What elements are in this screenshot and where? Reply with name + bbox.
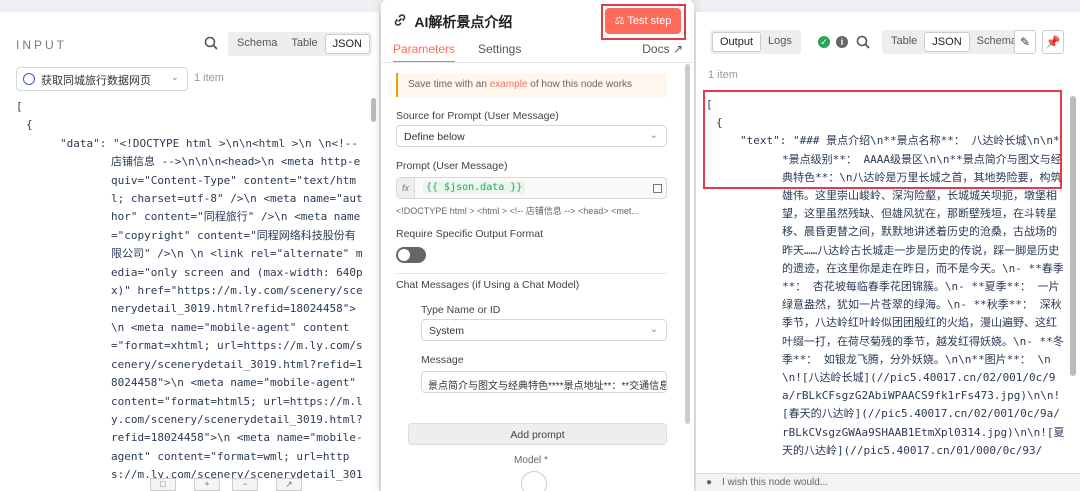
output-highlight	[703, 90, 1062, 189]
input-view-switcher: Schema Table JSON	[228, 32, 372, 56]
success-check-icon: ✓	[818, 36, 830, 48]
input-panel-header: INPUT Schema Table JSON	[16, 32, 372, 58]
notice-text-before: Save time with an	[408, 79, 490, 90]
example-notice: Save time with an example of how this no…	[396, 73, 667, 97]
output-panel: Output Logs ✓ i Table JSON Schema ✎ 📌 1 …	[696, 12, 1080, 491]
input-panel-title: INPUT	[16, 38, 67, 52]
prompt-expression-field[interactable]: fx {{ $json.data }}	[396, 177, 667, 199]
node-title-text: AI解析景点介绍	[414, 14, 513, 30]
json-data-entry: "data": "<!DOCTYPE html >\n\n<html >\n \…	[38, 135, 364, 483]
feedback-bar[interactable]: ● I wish this node would...	[696, 473, 1080, 491]
chevron-down-icon: ⌄	[649, 324, 658, 335]
tab-settings[interactable]: Settings	[478, 42, 521, 56]
message-input[interactable]: 景点简介与图文与经典特色****景点地址**：**交通信息**：	[421, 371, 667, 393]
docs-link[interactable]: Docs ↗	[642, 42, 683, 56]
chevron-down-icon: ⌄	[649, 130, 658, 141]
type-select[interactable]: System ⌄	[421, 319, 667, 341]
globe-icon	[23, 73, 35, 85]
zoom-out-icon[interactable]: −	[232, 478, 258, 491]
tab-logs[interactable]: Logs	[761, 32, 799, 52]
chevron-down-icon: ⌄	[170, 72, 179, 83]
node-modal: AI解析景点介绍 ⚖ Test step Parameters Settings…	[381, 0, 694, 491]
expand-icon[interactable]	[653, 184, 662, 193]
output-panel-header: Output Logs ✓ i Table JSON Schema ✎ 📌	[710, 30, 1070, 54]
test-button-highlight	[601, 4, 686, 40]
input-scrollbar[interactable]	[371, 98, 376, 122]
source-prompt-value: Define below	[404, 131, 465, 143]
feedback-text: I wish this node would...	[722, 477, 829, 488]
modal-tabs: Parameters Settings Docs ↗	[393, 42, 683, 64]
type-label: Type Name or ID	[421, 304, 501, 316]
fx-icon: fx	[397, 178, 415, 198]
notice-text-after: of how this node works	[527, 79, 633, 90]
link-icon	[394, 14, 406, 26]
search-icon[interactable]	[204, 36, 218, 50]
tab-parameters[interactable]: Parameters	[393, 42, 456, 63]
output-scrollbar[interactable]	[1070, 96, 1076, 376]
add-prompt-button[interactable]: Add prompt	[408, 423, 667, 445]
fit-view-icon[interactable]: □	[150, 478, 176, 491]
section-divider	[396, 273, 667, 274]
tab-output[interactable]: Output	[712, 32, 762, 52]
notice-example-link[interactable]: example	[490, 79, 528, 90]
chat-messages-label: Chat Messages (if Using a Chat Model)	[396, 279, 580, 291]
output-format-label: Require Specific Output Format	[396, 228, 544, 240]
input-json-viewer: [ { "data": "<!DOCTYPE html >\n\n<html >…	[16, 98, 364, 483]
output-view-switcher: Table JSON Schema	[882, 30, 1026, 54]
source-prompt-label: Source for Prompt (User Message)	[396, 110, 559, 122]
tab-table[interactable]: Table	[884, 32, 924, 52]
input-item-count: 1 item	[194, 72, 224, 84]
prompt-expression-value: {{ $json.data }}	[423, 181, 526, 194]
output-logs-switcher: Output Logs	[710, 30, 801, 54]
canvas-controls: □ + − ↗	[150, 478, 310, 491]
type-value: System	[429, 325, 465, 337]
json-value-data: "<!DOCTYPE html >\n\n<html >\n \n<!-- 店铺…	[111, 136, 363, 482]
json-key-data: "data":	[60, 136, 107, 150]
external-link-icon: ↗	[672, 42, 683, 56]
info-icon[interactable]: i	[836, 36, 848, 48]
output-format-toggle[interactable]	[396, 247, 426, 263]
zoom-in-icon[interactable]: +	[194, 478, 220, 491]
search-icon[interactable]	[856, 35, 870, 49]
tab-schema[interactable]: Schema	[230, 34, 284, 54]
edit-pencil-icon[interactable]: ✎	[1014, 30, 1036, 54]
tab-json[interactable]: JSON	[324, 34, 370, 54]
prompt-preview: <!DOCTYPE html > <html > <!-- 店铺信息 --> <…	[396, 206, 639, 216]
json-open-bracket: [	[16, 100, 23, 113]
tab-table[interactable]: Table	[284, 34, 324, 54]
node-title: AI解析景点介绍	[393, 12, 512, 32]
source-node-select[interactable]: 获取同城旅行数据网页 ⌄	[16, 67, 188, 91]
input-panel: INPUT Schema Table JSON 获取同城旅行数据网页 ⌄ 1 i…	[0, 12, 380, 491]
pin-icon[interactable]: 📌	[1042, 30, 1064, 54]
docs-label: Docs	[642, 42, 670, 56]
modal-scrollbar[interactable]	[685, 64, 690, 424]
json-open-brace: {	[26, 118, 33, 132]
output-item-count: 1 item	[708, 69, 738, 81]
model-label: Model *	[514, 455, 548, 466]
tidy-icon[interactable]: ↗	[276, 478, 302, 491]
model-connector[interactable]	[521, 471, 547, 491]
lightbulb-icon: ●	[706, 477, 713, 488]
source-node-label: 获取同城旅行数据网页	[41, 75, 151, 87]
tab-json[interactable]: JSON	[924, 32, 970, 52]
message-label: Message	[421, 354, 464, 366]
parameters-panel: Save time with an example of how this no…	[381, 63, 681, 491]
toggle-knob	[398, 249, 410, 261]
prompt-label: Prompt (User Message)	[396, 160, 508, 172]
source-prompt-select[interactable]: Define below ⌄	[396, 125, 667, 147]
